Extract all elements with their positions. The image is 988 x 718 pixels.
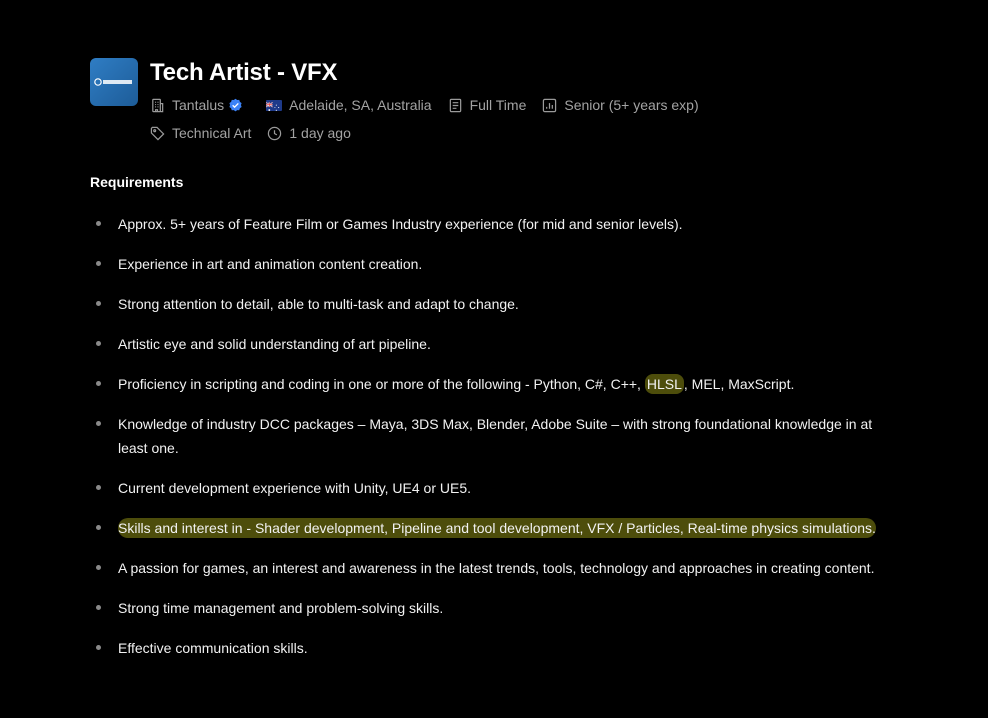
- list-item-text-after: , MEL, MaxScript.: [683, 376, 795, 392]
- company-meta[interactable]: Tantalus: [150, 97, 250, 113]
- requirements-list: Approx. 5+ years of Feature Film or Game…: [90, 212, 890, 676]
- list-item: Strong time management and problem-solvi…: [90, 596, 890, 620]
- category-text: Technical Art: [172, 125, 252, 141]
- category-meta[interactable]: Technical Art: [150, 125, 251, 141]
- australia-flag-icon: [266, 99, 283, 111]
- list-item: Approx. 5+ years of Feature Film or Game…: [90, 212, 890, 236]
- list-item-text: Knowledge of industry DCC packages – May…: [118, 416, 873, 456]
- requirements-heading: Requirements: [90, 174, 184, 190]
- meta-row-primary: Tantalus Adelaide, SA, Australia Full Ti…: [150, 94, 715, 116]
- list-item-text: Current development experience with Unit…: [118, 480, 472, 496]
- list-item-text: Strong time management and problem-solvi…: [118, 600, 444, 616]
- seniority-meta: Senior (5+ years exp): [542, 97, 699, 113]
- building-icon: [152, 98, 164, 112]
- posted-meta: 1 day ago: [267, 125, 351, 141]
- company-logo[interactable]: [90, 58, 138, 106]
- posted-text: 1 day ago: [289, 125, 351, 141]
- company-name: Tantalus: [172, 97, 225, 113]
- bar-chart-icon: [543, 98, 557, 112]
- highlighted-text: HLSL: [644, 374, 684, 394]
- list-item-text: A passion for games, an interest and awa…: [118, 560, 875, 576]
- list-item: Experience in art and animation content …: [90, 252, 890, 276]
- location-meta: Adelaide, SA, Australia: [266, 97, 432, 113]
- list-item-text: Artistic eye and solid understanding of …: [118, 336, 431, 352]
- list-item: Artistic eye and solid understanding of …: [90, 332, 890, 356]
- list-item-text: Experience in art and animation content …: [118, 256, 423, 272]
- list-item-text-before: Proficiency in scripting and coding in o…: [118, 376, 645, 392]
- meta-row-secondary: Technical Art 1 day ago: [150, 122, 715, 144]
- clock-icon: [268, 126, 282, 140]
- list-item: Proficiency in scripting and coding in o…: [90, 372, 890, 396]
- employment-type-meta: Full Time: [448, 97, 527, 113]
- list-item-text: Approx. 5+ years of Feature Film or Game…: [118, 216, 683, 232]
- seniority-text: Senior (5+ years exp): [564, 97, 699, 113]
- employment-type-text: Full Time: [469, 97, 527, 113]
- location-text: Adelaide, SA, Australia: [289, 97, 432, 113]
- highlighted-text: Skills and interest in - Shader developm…: [118, 518, 876, 538]
- document-icon: [449, 98, 461, 112]
- list-item: Knowledge of industry DCC packages – May…: [90, 412, 890, 460]
- list-item: Skills and interest in - Shader developm…: [90, 516, 890, 540]
- tag-icon: [150, 126, 165, 140]
- job-title: Tech Artist - VFX: [150, 59, 338, 86]
- list-item: Current development experience with Unit…: [90, 476, 890, 500]
- verified-badge-icon: [229, 98, 242, 111]
- company-logo-mark: [94, 76, 134, 88]
- list-item-text: Effective communication skills.: [118, 640, 308, 656]
- job-header: Tech Artist - VFX Tantalus Adelaide, SA,…: [90, 58, 715, 144]
- list-item: Effective communication skills.: [90, 636, 890, 660]
- list-item: A passion for games, an interest and awa…: [90, 556, 890, 580]
- list-item-text: Strong attention to detail, able to mult…: [118, 296, 519, 312]
- list-item: Strong attention to detail, able to mult…: [90, 292, 890, 316]
